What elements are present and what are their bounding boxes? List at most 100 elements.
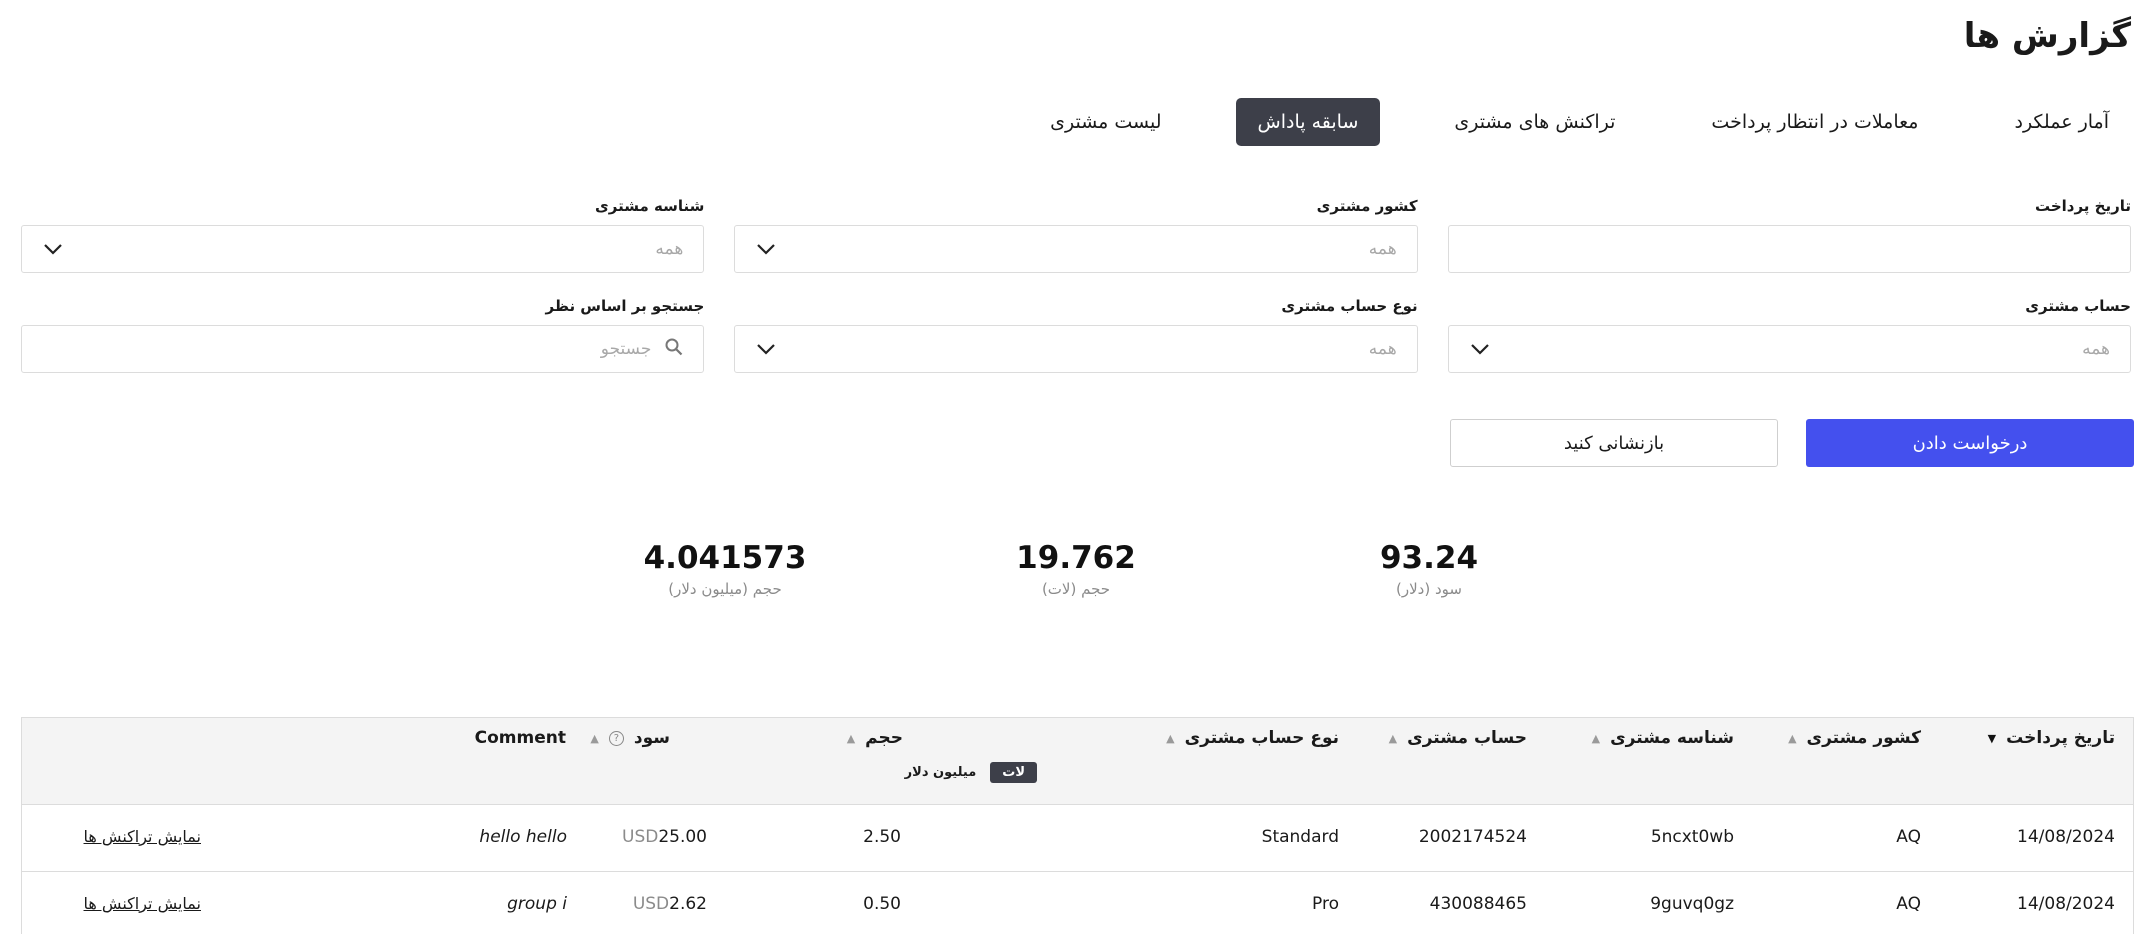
col-profit[interactable]: سود ? ▲: [590, 728, 670, 748]
tab-reward-history[interactable]: سابقه پاداش: [1235, 98, 1381, 146]
col-payment-date[interactable]: تاریخ پرداخت ▼: [1988, 728, 2115, 748]
chevron-down-icon: [755, 338, 777, 360]
stat-volume-musd: 4.041573 حجم (میلیون دلار): [644, 540, 807, 598]
col-account-type-label: نوع حساب مشتری: [1184, 728, 1339, 748]
page-title: گزارش ها: [1963, 16, 2131, 56]
report-tabs: لیست مشتری سابقه پاداش تراکنش های مشتری …: [1028, 98, 2131, 146]
col-country[interactable]: کشور مشتری ▲: [1788, 728, 1921, 748]
col-account-label: حساب مشتری: [1407, 728, 1527, 748]
col-client-id[interactable]: شناسه مشتری ▲: [1592, 728, 1734, 748]
tab-client-list[interactable]: لیست مشتری: [1028, 98, 1183, 146]
filter-actions: درخواست دادن بازنشانی کنید: [1450, 419, 2134, 467]
table-row: 14/08/2024 AQ 9guvq0gz 430088465 Pro 0.5…: [22, 872, 2133, 934]
filter-client-id: شناسه مشتری همه: [21, 197, 705, 273]
tab-performance-stats[interactable]: آمار عملکرد: [1992, 98, 2131, 146]
cell-comment: group i: [507, 894, 567, 914]
stat-profit-label: سود (دلار): [1396, 580, 1462, 598]
cell-volume: 0.50: [863, 894, 901, 914]
table-header: تاریخ پرداخت ▼ کشور مشتری ▲ شناسه مشتری …: [22, 718, 2133, 805]
tab-client-transactions[interactable]: تراکنش های مشتری: [1432, 98, 1637, 146]
col-account-type[interactable]: نوع حساب مشتری ▲: [1166, 728, 1339, 748]
filter-client-account: حساب مشتری همه: [1447, 297, 2131, 373]
cell-account: 2002174524: [1418, 827, 1527, 847]
client-country-select[interactable]: همه: [734, 225, 1418, 273]
view-transactions-link[interactable]: نمایش تراکنش ها: [84, 894, 201, 913]
cell-account-type: Standard: [1261, 827, 1339, 847]
cell-volume: 2.50: [863, 827, 901, 847]
view-transactions-link[interactable]: نمایش تراکنش ها: [84, 827, 201, 846]
chevron-down-icon: [755, 238, 777, 260]
table-row: 14/08/2024 AQ 5ncxt0wb 2002174524 Standa…: [22, 805, 2133, 872]
payment-date-input[interactable]: [1447, 225, 2131, 273]
sort-desc-icon[interactable]: ▼: [1988, 732, 1996, 745]
col-volume-label: حجم: [865, 728, 903, 748]
cell-date: 14/08/2024: [2017, 894, 2115, 914]
comment-search-label: جستجو بر اساس نظر: [545, 297, 705, 315]
filters-panel: تاریخ پرداخت کشور مشتری همه شناسه مشتری …: [21, 197, 2131, 373]
account-type-label: نوع حساب مشتری: [1281, 297, 1418, 315]
sort-triangle-icon[interactable]: ▲: [590, 732, 598, 745]
search-icon: [665, 338, 683, 361]
client-country-label: کشور مشتری: [1316, 197, 1418, 215]
col-comment-label: Comment: [474, 728, 566, 748]
filter-client-country: کشور مشتری همه: [734, 197, 1418, 273]
cell-profit-value: 25.00: [658, 827, 707, 847]
client-account-value: همه: [2082, 339, 2110, 359]
unit-musd-button[interactable]: میلیون دلار: [905, 765, 977, 780]
cell-account: 430088465: [1429, 894, 1527, 914]
col-comment: Comment: [475, 728, 566, 748]
sort-triangle-icon[interactable]: ▲: [1389, 732, 1397, 745]
client-id-select[interactable]: همه: [21, 225, 705, 273]
col-account[interactable]: حساب مشتری ▲: [1389, 728, 1527, 748]
cell-currency: USD: [622, 827, 659, 847]
client-country-value: همه: [1368, 239, 1397, 259]
stat-volume-musd-label: حجم (میلیون دلار): [668, 580, 782, 598]
payment-date-label: تاریخ پرداخت: [2034, 197, 2131, 215]
chevron-down-icon: [42, 238, 64, 260]
summary-stats: 93.24 سود (دلار) 19.762 حجم (لات) 4.0415…: [0, 540, 2147, 610]
client-account-label: حساب مشتری: [2025, 297, 2131, 315]
cell-profit: USD25.00: [616, 827, 707, 847]
col-volume[interactable]: حجم ▲: [847, 728, 903, 748]
sort-triangle-icon[interactable]: ▲: [1592, 732, 1600, 745]
account-type-select[interactable]: همه: [734, 325, 1418, 373]
col-client-id-label: شناسه مشتری: [1610, 728, 1734, 748]
cell-client-id: 5ncxt0wb: [1650, 827, 1734, 847]
reward-history-table: تاریخ پرداخت ▼ کشور مشتری ▲ شناسه مشتری …: [21, 717, 2134, 934]
cell-profit-value: 2.62: [669, 894, 707, 914]
cell-date: 14/08/2024: [2017, 827, 2115, 847]
stat-profit-value: 93.24: [1379, 540, 1479, 576]
apply-button[interactable]: درخواست دادن: [1806, 419, 2134, 467]
filter-payment-date: تاریخ پرداخت: [1447, 197, 2131, 273]
filter-comment-search: جستجو بر اساس نظر: [21, 297, 705, 373]
account-type-value: همه: [1368, 339, 1397, 359]
cell-profit: USD2.62: [627, 894, 707, 914]
col-country-label: کشور مشتری: [1806, 728, 1921, 748]
cell-currency: USD: [632, 894, 670, 914]
unit-lots-button[interactable]: لات: [990, 762, 1037, 783]
cell-comment: hello hello: [479, 827, 567, 847]
comment-search-input[interactable]: [351, 339, 652, 359]
stat-volume-musd-value: 4.041573: [643, 540, 807, 576]
comment-search-box: [21, 325, 705, 373]
chevron-down-icon: [1469, 338, 1491, 360]
cell-country: AQ: [1896, 894, 1921, 914]
col-payment-date-label: تاریخ پرداخت: [2006, 728, 2115, 748]
client-account-select[interactable]: همه: [1447, 325, 2131, 373]
stat-volume-lots-label: حجم (لات): [1041, 580, 1111, 598]
stat-profit: 93.24 سود (دلار): [1380, 540, 1478, 598]
sort-triangle-icon[interactable]: ▲: [1788, 732, 1796, 745]
stat-volume-lots: 19.762 حجم (لات): [1016, 540, 1136, 598]
filter-account-type: نوع حساب مشتری همه: [734, 297, 1418, 373]
tab-pending-trades[interactable]: معاملات در انتظار پرداخت: [1689, 98, 1940, 146]
sort-triangle-icon[interactable]: ▲: [847, 732, 855, 745]
stat-volume-lots-value: 19.762: [1016, 540, 1136, 576]
client-id-label: شناسه مشتری: [595, 197, 705, 215]
reset-button[interactable]: بازنشانی کنید: [1450, 419, 1778, 467]
question-circle-icon[interactable]: ?: [608, 730, 624, 746]
volume-unit-toggle: لات میلیون دلار: [905, 762, 1037, 783]
sort-triangle-icon[interactable]: ▲: [1166, 732, 1174, 745]
cell-client-id: 9guvq0gz: [1650, 894, 1734, 914]
cell-account-type: Pro: [1312, 894, 1339, 914]
cell-country: AQ: [1896, 827, 1921, 847]
